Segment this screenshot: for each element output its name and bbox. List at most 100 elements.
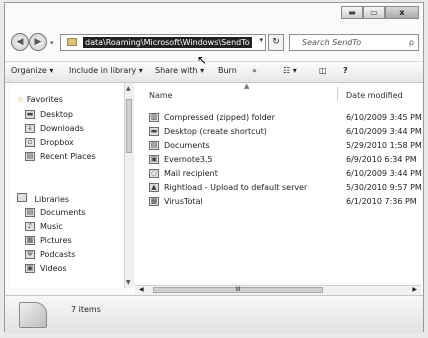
include-in-library-menu[interactable]: Include in library ▾ xyxy=(69,66,143,75)
recent-places-icon: ▤ xyxy=(25,152,35,161)
evernote-icon: ▣ xyxy=(149,155,159,164)
more-commands-button[interactable]: » xyxy=(252,66,257,75)
file-date: 6/1/2010 7:36 PM xyxy=(346,197,417,206)
sidebar-item-label: Desktop xyxy=(40,110,73,119)
desktop-shortcut-icon: ▬ xyxy=(149,127,159,136)
column-name-label: Name xyxy=(149,91,173,100)
file-date: 6/9/2010 6:34 PM xyxy=(346,155,417,164)
favorites-label: Favorites xyxy=(26,95,63,104)
file-date: 5/29/2010 1:58 PM xyxy=(346,141,422,150)
preview-pane-button[interactable]: ◫ xyxy=(319,66,327,75)
scroll-right-icon[interactable]: ▶ xyxy=(412,286,417,293)
file-name: Evernote3.5 xyxy=(164,155,213,164)
explorer-window: ▬ ▭ x ◀ ▶ ▾ data\Roaming\Microsoft\Windo… xyxy=(4,2,424,333)
file-row[interactable]: ▩ VirusTotal 6/1/2010 7:36 PM xyxy=(149,197,419,209)
sidebar-item-label: Documents xyxy=(40,208,86,217)
virustotal-icon: ▩ xyxy=(149,197,159,206)
item-count: 7 items xyxy=(71,305,101,314)
navigation-pane: ☆ Favorites ▬ Desktop ↓ Downloads ▫ Drop… xyxy=(11,83,127,288)
sidebar-item-documents[interactable]: ▤ Documents xyxy=(25,208,86,217)
sidebar-item-label: Pictures xyxy=(40,236,72,245)
file-name: Rightload - Upload to default server xyxy=(164,183,308,192)
podcasts-icon: Ψ xyxy=(25,250,35,259)
forward-arrow-icon: ▶ xyxy=(34,37,42,47)
back-button[interactable]: ◀ xyxy=(11,33,29,51)
window-controls: ▬ ▭ x xyxy=(341,6,419,19)
scroll-thumb[interactable] xyxy=(126,99,132,153)
sort-ascending-icon: ▲ xyxy=(244,82,250,90)
sidebar-item-label: Dropbox xyxy=(40,138,74,147)
address-dropdown-icon[interactable]: ▾ xyxy=(259,36,263,44)
close-button[interactable]: x xyxy=(385,6,419,19)
scroll-down-icon[interactable]: ▼ xyxy=(126,279,131,286)
file-date: 6/10/2009 3:44 PM xyxy=(346,169,422,178)
file-name: Documents xyxy=(164,141,210,150)
command-bar: Organize ▾ Include in library ▾ Share wi… xyxy=(5,61,423,83)
file-row[interactable]: ◌ Mail recipient 6/10/2009 3:44 PM xyxy=(149,169,422,181)
file-row[interactable]: ▥ Compressed (zipped) folder 6/10/2009 3:… xyxy=(149,113,422,125)
sidebar-item-desktop[interactable]: ▬ Desktop xyxy=(25,110,73,119)
refresh-button[interactable]: ↻ xyxy=(268,34,284,51)
horizontal-scrollbar[interactable]: ◀ III ▶ xyxy=(135,285,421,295)
libraries-group[interactable]: Libraries xyxy=(17,193,69,204)
back-arrow-icon: ◀ xyxy=(16,37,24,47)
file-name: Desktop (create shortcut) xyxy=(164,127,267,136)
file-row[interactable]: ▲ Rightload - Upload to default server 5/… xyxy=(149,183,422,195)
file-date: 6/10/2009 3:45 PM xyxy=(346,113,422,122)
column-date-label: Date modified xyxy=(346,91,403,100)
sidebar-item-pictures[interactable]: ▦ Pictures xyxy=(25,236,72,245)
mouse-cursor-icon: ↖ xyxy=(197,53,208,67)
file-name: Compressed (zipped) folder xyxy=(164,113,275,122)
folder-icon xyxy=(19,302,47,328)
file-row[interactable]: ▤ Documents 5/29/2010 1:58 PM xyxy=(149,141,422,153)
scroll-thumb[interactable]: III xyxy=(153,287,323,293)
sidebar-item-label: Videos xyxy=(40,264,67,273)
sidebar-item-videos[interactable]: ▣ Videos xyxy=(25,264,67,273)
libraries-icon xyxy=(17,193,27,202)
burn-button[interactable]: Burn xyxy=(218,66,237,75)
sidebar-item-label: Recent Places xyxy=(40,152,96,161)
file-list: Name ▲ Date modified ▥ Compressed (zipped… xyxy=(135,82,422,283)
sidebar-item-music[interactable]: ♪ Music xyxy=(25,222,63,231)
file-date: 5/30/2010 9:57 PM xyxy=(346,183,422,192)
folder-icon xyxy=(67,38,77,46)
sidebar-item-label: Downloads xyxy=(40,124,84,133)
column-divider[interactable] xyxy=(337,87,338,101)
minimize-button[interactable]: ▬ xyxy=(341,6,363,19)
file-row[interactable]: ▬ Desktop (create shortcut) 6/10/2009 3:4… xyxy=(149,127,422,139)
favorites-group[interactable]: ☆ Favorites xyxy=(17,95,63,104)
address-path[interactable]: data\Roaming\Microsoft\Windows\SendTo xyxy=(83,37,252,48)
share-with-menu[interactable]: Share with ▾ xyxy=(155,66,204,75)
organize-menu[interactable]: Organize ▾ xyxy=(11,66,53,75)
scroll-up-icon[interactable]: ▲ xyxy=(126,85,131,92)
sidebar-item-label: Podcasts xyxy=(40,250,76,259)
scroll-left-icon[interactable]: ◀ xyxy=(139,286,144,293)
column-header-date-modified[interactable]: Date modified xyxy=(346,91,403,100)
documents-icon: ▤ xyxy=(149,141,159,150)
file-date: 6/10/2009 3:44 PM xyxy=(346,127,422,136)
libraries-label: Libraries xyxy=(34,195,70,204)
column-header-name[interactable]: Name xyxy=(149,91,173,100)
sidebar-item-podcasts[interactable]: Ψ Podcasts xyxy=(25,250,75,259)
forward-button[interactable]: ▶ xyxy=(29,33,47,51)
help-button[interactable]: ? xyxy=(343,66,348,75)
zip-folder-icon: ▥ xyxy=(149,113,159,122)
file-row[interactable]: ▣ Evernote3.5 6/9/2010 6:34 PM xyxy=(149,155,419,167)
sidebar-item-downloads[interactable]: ↓ Downloads xyxy=(25,124,84,133)
file-name: Mail recipient xyxy=(164,169,218,178)
navigation-scrollbar[interactable]: ▲ ▼ xyxy=(124,83,134,288)
downloads-icon: ↓ xyxy=(25,124,35,133)
search-icon[interactable]: ρ xyxy=(409,35,414,50)
sidebar-item-dropbox[interactable]: ▫ Dropbox xyxy=(25,138,74,147)
search-input[interactable]: Search SendTo ρ xyxy=(289,34,419,51)
search-placeholder: Search SendTo xyxy=(302,38,362,47)
file-name: VirusTotal xyxy=(164,197,203,206)
scroll-grip-icon: III xyxy=(235,286,241,293)
change-view-button[interactable]: ☷ ▾ xyxy=(283,66,297,75)
recent-pages-dropdown[interactable]: ▾ xyxy=(50,39,54,47)
rightload-icon: ▲ xyxy=(149,183,159,192)
sidebar-item-recent-places[interactable]: ▤ Recent Places xyxy=(25,152,96,161)
refresh-icon: ↻ xyxy=(272,37,280,47)
maximize-button[interactable]: ▭ xyxy=(363,6,385,19)
address-bar[interactable]: data\Roaming\Microsoft\Windows\SendTo ▾ xyxy=(60,34,266,51)
